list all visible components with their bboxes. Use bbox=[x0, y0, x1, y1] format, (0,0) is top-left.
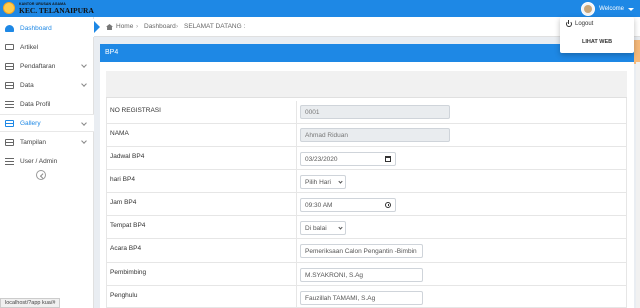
grid-icon bbox=[5, 119, 14, 127]
sidebar-item-artikel[interactable]: Artikel bbox=[0, 38, 94, 56]
sidebar-collapse-button[interactable] bbox=[36, 170, 46, 180]
field-label: Jam BP4 bbox=[110, 199, 137, 206]
jadwal-date-input[interactable]: 03/23/2020 bbox=[300, 152, 396, 166]
form-row-hari: hari BP4 Pilih Hari bbox=[106, 170, 627, 193]
dashboard-icon bbox=[5, 24, 14, 32]
penghulu-input[interactable]: Fauzillah TAMAMI, S.Ag bbox=[300, 291, 423, 305]
form-row-pembimbing: Pembimbing M.SYAKRONI, S.Ag bbox=[106, 263, 627, 286]
grid-icon bbox=[5, 62, 14, 70]
acara-input[interactable]: Pemeriksaan Calon Pengantin -Bimbin bbox=[300, 244, 423, 258]
hari-select[interactable]: Pilih Hari bbox=[300, 175, 346, 189]
sidebar-item-label: User / Admin bbox=[20, 157, 58, 165]
jadwal-date-value: 03/23/2020 bbox=[305, 156, 338, 163]
side-accent bbox=[634, 40, 640, 64]
breadcrumb-home[interactable]: Home bbox=[116, 23, 133, 30]
list-icon bbox=[5, 157, 14, 165]
caret-down-icon[interactable] bbox=[628, 8, 634, 11]
sidebar-item-label: Pendaftaran bbox=[20, 62, 56, 70]
chevron-down-icon bbox=[81, 62, 87, 68]
page-scrollbar[interactable] bbox=[636, 62, 640, 308]
sidebar-item-label: Data bbox=[20, 81, 34, 89]
card-title: BP4 bbox=[105, 49, 119, 56]
hari-selected-value: Pilih Hari bbox=[305, 179, 332, 186]
sidebar-item-data-profil[interactable]: Data Profil bbox=[0, 95, 94, 113]
home-icon[interactable] bbox=[106, 24, 113, 30]
field-label: Pembimbing bbox=[110, 269, 147, 276]
chevron-down-icon bbox=[338, 225, 343, 230]
calendar-icon[interactable] bbox=[385, 156, 391, 162]
breadcrumb-separator: › bbox=[136, 23, 139, 30]
field-label: NAMA bbox=[110, 130, 129, 137]
user-dropdown: Logout LIHAT WEB bbox=[560, 17, 634, 53]
avatar[interactable] bbox=[581, 1, 596, 16]
form-row-tempat: Tempat BP4 Di balai bbox=[106, 216, 627, 239]
tempat-selected-value: Di balai bbox=[305, 225, 327, 232]
field-label: Tempat BP4 bbox=[110, 222, 146, 229]
jam-time-input[interactable]: 09:30 AM bbox=[300, 198, 396, 212]
tempat-select[interactable]: Di balai bbox=[300, 221, 346, 235]
breadcrumb-current: SELAMAT DATANG : bbox=[184, 23, 246, 30]
user-menu[interactable]: Welcome bbox=[581, 0, 634, 17]
sidebar-item-gallery[interactable]: Gallery bbox=[0, 114, 94, 132]
sidebar-item-pendaftaran[interactable]: Pendaftaran bbox=[0, 57, 94, 75]
logout-label: Logout bbox=[575, 21, 594, 27]
field-label: Penghulu bbox=[110, 292, 138, 299]
field-label: NO REGISTRASI bbox=[110, 107, 161, 114]
form-row-acara: Acara BP4 Pemeriksaan Calon Pengantin -B… bbox=[106, 239, 627, 263]
jam-time-value: 09:30 AM bbox=[305, 202, 333, 209]
top-navbar bbox=[0, 0, 640, 17]
chevron-down-icon bbox=[81, 81, 87, 87]
brand-name: KEC. TELANAIPURA bbox=[19, 6, 94, 15]
form-row-penghulu: Penghulu Fauzillah TAMAMI, S.Ag bbox=[106, 286, 627, 308]
sidebar-item-label: Tampilan bbox=[20, 138, 47, 146]
sidebar-item-label: Artikel bbox=[20, 43, 39, 51]
breadcrumb-separator: › bbox=[176, 23, 179, 30]
nama-field[interactable]: Ahmad Riduan bbox=[300, 128, 450, 142]
form-row-jam: Jam BP4 09:30 AM bbox=[106, 193, 627, 216]
sidebar-item-dashboard[interactable]: Dashboard bbox=[0, 19, 94, 37]
clock-icon[interactable] bbox=[385, 202, 391, 208]
pembimbing-input[interactable]: M.SYAKRONI, S.Ag bbox=[300, 268, 423, 282]
sidebar: Dashboard Artikel Pendaftaran Data Data … bbox=[0, 17, 94, 308]
no-registrasi-field[interactable]: 0001 bbox=[300, 105, 450, 119]
brand[interactable]: KANTOR URUSAN AGAMA KEC. TELANAIPURA bbox=[0, 0, 94, 17]
list-icon bbox=[5, 100, 14, 108]
status-bar-url: localhost/?app kua/# bbox=[0, 298, 61, 308]
chevron-down-icon bbox=[81, 120, 87, 126]
field-label: Acara BP4 bbox=[110, 245, 142, 252]
sidebar-item-label: Gallery bbox=[20, 119, 41, 127]
power-icon bbox=[566, 20, 572, 27]
form-row-jadwal: Jadwal BP4 03/23/2020 bbox=[106, 147, 627, 170]
sidebar-item-tampilan[interactable]: Tampilan bbox=[0, 133, 94, 151]
chevron-down-icon bbox=[81, 138, 87, 144]
chevron-down-icon bbox=[338, 179, 343, 184]
welcome-text: Welcome bbox=[599, 5, 624, 12]
sidebar-item-data[interactable]: Data bbox=[0, 76, 94, 94]
logout-menu-item[interactable]: Logout bbox=[566, 20, 594, 27]
lihat-web-menu-item[interactable]: LIHAT WEB bbox=[582, 39, 612, 45]
table-header bbox=[106, 71, 627, 98]
breadcrumb-dashboard[interactable]: Dashboard bbox=[144, 23, 176, 30]
sidebar-toggle-icon[interactable] bbox=[94, 21, 100, 33]
breadcrumb: Home › Dashboard › SELAMAT DATANG : bbox=[94, 17, 640, 37]
field-label: Jadwal BP4 bbox=[110, 153, 145, 160]
sidebar-item-label: Data Profil bbox=[20, 100, 51, 108]
monitor-icon bbox=[5, 44, 14, 50]
card-header: BP4 bbox=[100, 44, 634, 62]
form-row-no-registrasi: NO REGISTRASI 0001 bbox=[106, 101, 627, 124]
sidebar-item-user-admin[interactable]: User / Admin bbox=[0, 152, 94, 170]
grid-icon bbox=[5, 138, 14, 146]
sidebar-item-label: Dashboard bbox=[20, 24, 52, 32]
form-row-nama: NAMA Ahmad Riduan bbox=[106, 124, 627, 147]
grid-icon bbox=[5, 81, 14, 89]
brand-logo bbox=[3, 2, 15, 14]
field-label: hari BP4 bbox=[110, 176, 135, 183]
